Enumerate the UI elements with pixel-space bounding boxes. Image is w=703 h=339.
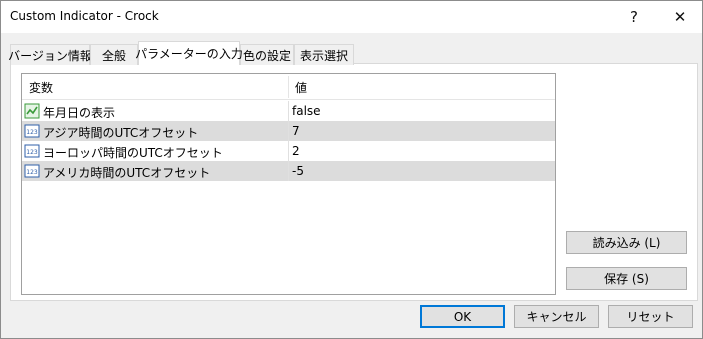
- integer-icon: 123: [24, 124, 40, 138]
- svg-text:123: 123: [26, 129, 38, 136]
- help-icon: ?: [630, 8, 638, 26]
- close-icon: ✕: [673, 8, 687, 26]
- tab-label: 色の設定: [242, 48, 291, 63]
- reset-button-label: リセット: [626, 310, 675, 324]
- tab-label: パラメーターの入力: [135, 47, 243, 61]
- tab-label: バージョン情報: [8, 48, 92, 63]
- help-button[interactable]: ?: [611, 1, 657, 33]
- save-button-label: 保存 (S): [604, 272, 649, 286]
- column-header-variable[interactable]: 変数: [22, 74, 53, 100]
- tab-version-info[interactable]: バージョン情報: [8, 44, 92, 65]
- integer-icon: 123: [24, 164, 40, 178]
- tab-label: 表示選択: [299, 48, 348, 63]
- load-button[interactable]: 読み込み (L): [566, 231, 687, 254]
- parameter-row-asia-utc-offset[interactable]: 123 アジア時間のUTCオフセット 7: [22, 121, 555, 141]
- cell-divider: [288, 141, 289, 161]
- grid-header: 変数 値: [22, 74, 555, 100]
- ok-button[interactable]: OK: [420, 305, 505, 328]
- parameter-row-america-utc-offset[interactable]: 123 アメリカ時間のUTCオフセット -5: [22, 161, 555, 181]
- boolean-icon: [24, 103, 40, 119]
- parameter-value[interactable]: 2: [292, 144, 300, 158]
- column-header-value[interactable]: 値: [288, 74, 307, 100]
- custom-indicator-dialog: Custom Indicator - Crock ? ✕ バージョン情報 全般 …: [0, 0, 703, 339]
- parameter-value[interactable]: 7: [292, 124, 300, 138]
- tab-colors[interactable]: 色の設定: [240, 44, 294, 65]
- svg-text:123: 123: [26, 149, 38, 156]
- load-button-label: 読み込み (L): [592, 236, 661, 250]
- parameter-name: アメリカ時間のUTCオフセット: [43, 166, 211, 180]
- ok-button-label: OK: [453, 309, 472, 324]
- save-button[interactable]: 保存 (S): [566, 267, 687, 290]
- parameter-name: ヨーロッパ時間のUTCオフセット: [43, 146, 223, 160]
- parameter-name: 年月日の表示: [43, 106, 116, 120]
- integer-icon: 123: [24, 144, 40, 158]
- window-title: Custom Indicator - Crock: [10, 9, 159, 23]
- tab-display-selection[interactable]: 表示選択: [294, 44, 354, 65]
- parameters-grid[interactable]: 変数 値 年月日の表示 false 123 アジア時間のUTCオフセット 7 1…: [21, 73, 556, 295]
- cell-divider: [288, 101, 289, 121]
- parameter-row-show-date[interactable]: 年月日の表示 false: [22, 101, 555, 121]
- parameter-row-europe-utc-offset[interactable]: 123 ヨーロッパ時間のUTCオフセット 2: [22, 141, 555, 161]
- title-bar: Custom Indicator - Crock ? ✕: [1, 1, 702, 33]
- tab-label: 全般: [101, 48, 126, 63]
- reset-button[interactable]: リセット: [608, 305, 693, 328]
- parameter-name: アジア時間のUTCオフセット: [43, 126, 199, 140]
- close-button[interactable]: ✕: [657, 1, 703, 33]
- svg-text:123: 123: [26, 169, 38, 176]
- tab-parameters[interactable]: パラメーターの入力: [135, 41, 243, 65]
- cancel-button[interactable]: キャンセル: [514, 305, 599, 328]
- cell-divider: [288, 161, 289, 181]
- tab-general[interactable]: 全般: [90, 44, 138, 65]
- cell-divider: [288, 121, 289, 141]
- cancel-button-label: キャンセル: [526, 310, 587, 324]
- parameter-value[interactable]: false: [292, 104, 321, 118]
- parameter-value[interactable]: -5: [292, 164, 304, 178]
